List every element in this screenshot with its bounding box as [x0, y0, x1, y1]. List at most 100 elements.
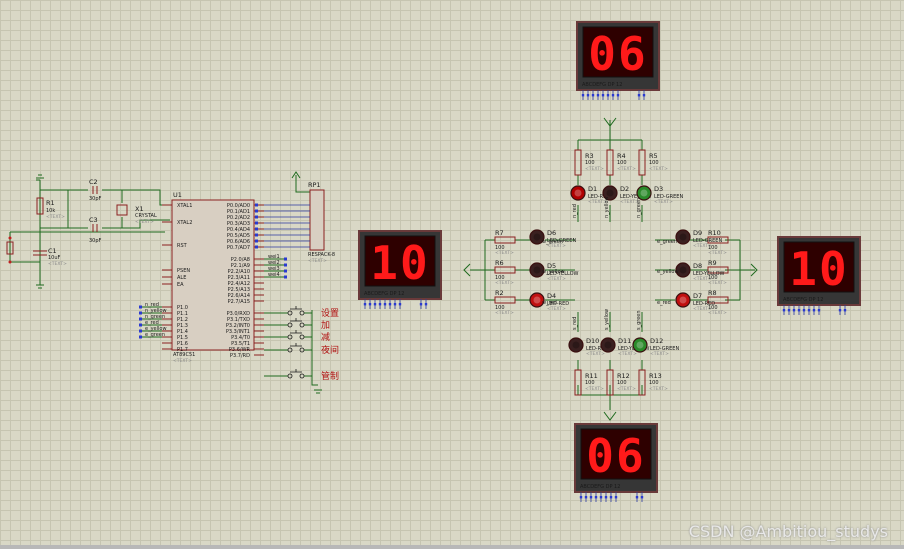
led-text: <TEXT> [547, 306, 566, 312]
display-north[interactable]: 06ABCDEFG DP 12 [576, 21, 660, 100]
pin-marker [611, 94, 615, 97]
led-ref: D1 [588, 185, 597, 193]
led-highlight [679, 233, 687, 241]
resistor[interactable] [638, 149, 646, 176]
led-ref: D4 [547, 292, 556, 300]
resistor[interactable] [494, 266, 516, 274]
c1-text: <TEXT> [48, 261, 67, 267]
resistor-value: 100 [649, 160, 659, 166]
c1-ref: C1 [48, 247, 57, 255]
led-text: <TEXT> [586, 351, 605, 357]
pin-marker [255, 221, 258, 225]
c3-capacitor[interactable] [92, 224, 98, 232]
pin-marker [368, 303, 372, 306]
led-net-label: e_green [657, 239, 677, 245]
pin-marker [139, 311, 142, 315]
resistor-text: <TEXT> [617, 166, 636, 172]
display-east[interactable]: 10ABCDEFG DP 12 [777, 236, 861, 315]
switch-actuator[interactable] [290, 318, 302, 322]
switch-contact [287, 310, 293, 316]
led-ref: D10 [586, 337, 599, 345]
rp1-respack[interactable]: RP1 RESPACK-8 <TEXT> [291, 171, 335, 264]
resistor[interactable] [494, 236, 516, 244]
switch-actuator[interactable] [290, 330, 302, 334]
c2-value: 30pF [89, 196, 102, 202]
pin-marker [642, 94, 646, 97]
led-text: <TEXT> [693, 243, 712, 249]
pin-marker [802, 309, 806, 312]
led-net-label: e_red [657, 300, 671, 306]
resistor-value: 100 [617, 380, 627, 386]
p2-net-label: wei4 [268, 272, 280, 278]
rp1-ref: RP1 [308, 181, 321, 189]
status-bar [0, 545, 904, 549]
resistor-text: <TEXT> [585, 166, 604, 172]
mcu-part: AT89C51 [173, 352, 195, 358]
mcu-pin-label: P3.7/RD [230, 353, 250, 359]
resistor[interactable] [574, 149, 582, 176]
resistor-ref: R4 [617, 152, 626, 160]
display-west[interactable]: 10ABCDEFG DP 12 [358, 230, 442, 309]
resistor-ref: R5 [649, 152, 658, 160]
pin-marker [614, 496, 618, 499]
c2-capacitor[interactable] [92, 186, 98, 194]
pin-marker [255, 245, 258, 249]
button-label: 减 [321, 331, 330, 343]
led-text: <TEXT> [693, 306, 712, 312]
switch-contact [299, 334, 305, 340]
pin-marker [787, 309, 791, 312]
led-ref: D12 [650, 337, 663, 345]
switch-actuator[interactable] [290, 306, 302, 310]
resistor-ref: R11 [585, 372, 598, 380]
pin-marker [383, 303, 387, 306]
x1-ref: X1 [135, 205, 144, 213]
switch-actuator[interactable] [290, 369, 302, 373]
button-common-wire [311, 310, 318, 386]
pin-marker [599, 496, 603, 499]
x1-crystal[interactable] [116, 204, 128, 216]
led-text: <TEXT> [618, 351, 637, 357]
led-highlight [533, 296, 541, 304]
pin-marker [378, 303, 382, 306]
button-label: 设置 [321, 308, 339, 319]
pin-marker [255, 227, 258, 231]
x1-text: <TEXT> [135, 219, 154, 225]
mcu-at89c51[interactable]: U1 AT89C51 <TEXT> XTAL1 XTAL2 RST PSENALEEA… [162, 191, 264, 364]
button-label: 夜间 [321, 344, 339, 356]
resistor[interactable] [606, 149, 614, 176]
pin-marker [139, 317, 142, 321]
ground-symbol [36, 284, 44, 289]
p0-bus-wires [255, 203, 310, 249]
mcu-ref: U1 [173, 191, 182, 199]
mcu-pin-label: EA [177, 282, 184, 288]
pin-marker [139, 323, 142, 327]
switch-contact [299, 310, 305, 316]
pin-marker [589, 496, 593, 499]
display-digits: 06 [588, 27, 647, 81]
pin-marker [255, 233, 258, 237]
led-highlight [636, 341, 644, 349]
led-text: <TEXT> [693, 276, 712, 282]
display-pin-labels: ABCDEFG DP 12 [783, 297, 823, 303]
switch-actuator[interactable] [290, 343, 302, 347]
rp1-part: RESPACK-8 [308, 252, 335, 258]
mcu-pin-label: P1.7 [177, 347, 188, 353]
mcu-pin-label: P0.7/AD7 [227, 245, 250, 251]
r1-ref: R1 [46, 199, 55, 207]
mcu-pin-label: XTAL1 [177, 203, 192, 209]
pin-marker [604, 496, 608, 499]
led-net-label: w_red [542, 300, 557, 306]
pin-marker [635, 496, 639, 499]
schematic-canvas[interactable]: R1 10k <TEXT> C1 10uF <TEXT> C2 30pF C3 … [0, 0, 904, 549]
display-pin-labels: ABCDEFG DP 12 [580, 484, 620, 490]
pin-marker [601, 94, 605, 97]
display-digits: 06 [586, 429, 645, 483]
pin-marker [807, 309, 811, 312]
resistor[interactable] [494, 296, 516, 304]
c1-value: 10uF [48, 255, 61, 261]
led-text: <TEXT> [547, 276, 566, 282]
display-south[interactable]: 06ABCDEFG DP 12 [574, 423, 658, 502]
reset-circuit: R1 10k <TEXT> C1 10uF <TEXT> [6, 174, 165, 289]
pin-marker [596, 94, 600, 97]
pin-marker [817, 309, 821, 312]
